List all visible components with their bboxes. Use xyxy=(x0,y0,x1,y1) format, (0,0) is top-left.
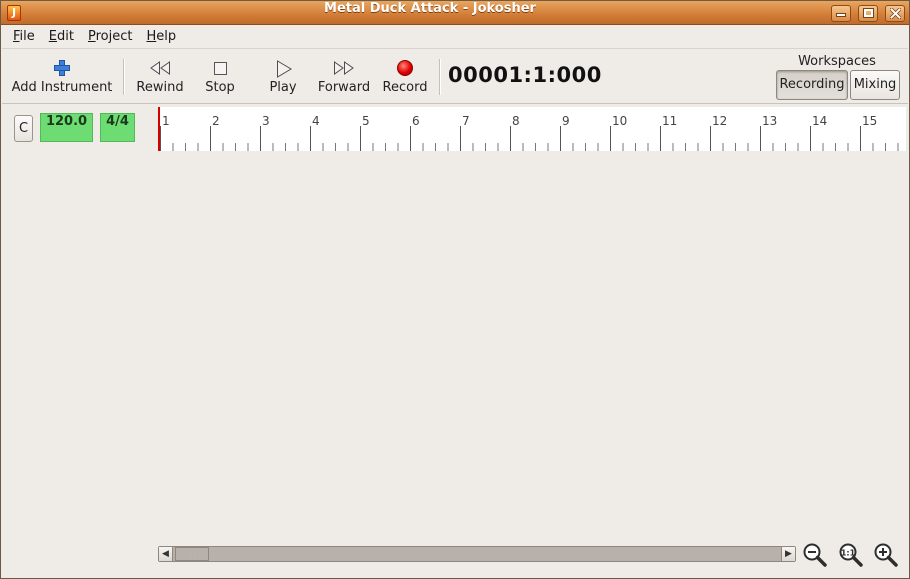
stop-label: Stop xyxy=(205,80,235,95)
menu-edit[interactable]: Edit xyxy=(42,26,81,48)
rewind-icon xyxy=(150,61,170,75)
close-icon xyxy=(888,7,902,20)
ruler-bar-number: 10 xyxy=(612,114,627,128)
forward-button[interactable]: Forward xyxy=(315,56,373,100)
menu-help[interactable]: Help xyxy=(139,26,183,48)
rewind-label: Rewind xyxy=(136,80,184,95)
menu-help-label: elp xyxy=(156,29,177,44)
ruler-bar-number: 11 xyxy=(662,114,677,128)
ruler-ticks: 1 2 3 4 5 6 7 8 9 10 11 12 13 14 15 xyxy=(160,114,899,151)
minimize-icon xyxy=(837,14,845,16)
forward-label: Forward xyxy=(317,80,371,95)
ruler-bar-number: 1 xyxy=(162,114,170,128)
scroll-left-arrow-icon[interactable]: ◀ xyxy=(159,547,173,561)
zoom-out-icon[interactable] xyxy=(802,542,828,568)
ruler-bar-number: 6 xyxy=(412,114,420,128)
menu-help-accel: H xyxy=(146,29,157,44)
ruler-bar-number: 14 xyxy=(812,114,827,128)
menu-bar: File Edit Project Help xyxy=(2,26,908,48)
stop-icon xyxy=(214,62,227,75)
ruler-bar-number: 13 xyxy=(762,114,777,128)
maximize-button[interactable] xyxy=(858,5,878,22)
zoom-in-icon[interactable] xyxy=(873,542,899,568)
play-icon xyxy=(277,60,292,78)
ruler-bar-number: 8 xyxy=(512,114,520,128)
time-signature-display[interactable]: 4/4 xyxy=(100,113,135,142)
ruler-bar-number: 4 xyxy=(312,114,320,128)
timecode-display: 00001:1:000 xyxy=(448,63,602,87)
zoom-fit-icon[interactable]: 1:1 xyxy=(838,542,864,568)
record-label: Record xyxy=(382,80,428,95)
horizontal-scrollbar[interactable]: ◀ ▶ xyxy=(158,546,796,562)
ruler-bar-number: 7 xyxy=(462,114,470,128)
mixing-workspace-button[interactable]: Mixing xyxy=(850,70,900,100)
toolbar: Add Instrument Rewind Stop Play Forward … xyxy=(2,49,908,104)
menu-file[interactable]: File xyxy=(6,26,42,48)
menu-edit-label: dit xyxy=(57,29,74,44)
playhead[interactable] xyxy=(158,107,160,151)
fast-forward-icon xyxy=(334,61,354,75)
ruler-bar-number: 3 xyxy=(262,114,270,128)
menu-project-label: roject xyxy=(95,29,133,44)
toolbar-separator xyxy=(439,59,441,95)
maximize-icon xyxy=(863,9,873,17)
add-instrument-button[interactable]: Add Instrument xyxy=(11,56,113,100)
menu-file-label: ile xyxy=(19,29,35,44)
scroll-right-arrow-icon[interactable]: ▶ xyxy=(781,547,795,561)
play-button[interactable]: Play xyxy=(264,56,302,100)
key-button[interactable]: C xyxy=(14,115,33,142)
workspaces-label: Workspaces xyxy=(798,54,876,69)
record-button[interactable]: Record xyxy=(380,56,430,100)
rewind-button[interactable]: Rewind xyxy=(136,56,184,100)
ruler-bar-number: 15 xyxy=(862,114,877,128)
recording-workspace-button[interactable]: Recording xyxy=(776,70,848,100)
window-title: Metal Duck Attack - Jokosher xyxy=(324,1,536,16)
menu-edit-accel: E xyxy=(48,29,57,44)
ruler-bar-number: 5 xyxy=(362,114,370,128)
toolbar-separator xyxy=(123,59,125,95)
ruler-bar-number: 9 xyxy=(562,114,570,128)
record-icon xyxy=(397,60,413,76)
close-button[interactable] xyxy=(885,5,905,22)
app-window: J Metal Duck Attack - Jokosher File Edit… xyxy=(0,0,910,579)
minimize-button[interactable] xyxy=(831,5,851,22)
play-label: Play xyxy=(269,80,297,95)
scrollbar-thumb[interactable] xyxy=(175,547,209,561)
title-bar[interactable]: J Metal Duck Attack - Jokosher xyxy=(1,1,909,25)
bpm-display[interactable]: 120.0 xyxy=(40,113,93,142)
stop-button[interactable]: Stop xyxy=(199,56,241,100)
plus-icon xyxy=(54,60,70,76)
ruler-bar-number: 12 xyxy=(712,114,727,128)
timeline-ruler[interactable]: 1 2 3 4 5 6 7 8 9 10 11 12 13 14 15 xyxy=(158,107,906,151)
add-instrument-label: Add Instrument xyxy=(11,80,113,95)
menu-project[interactable]: Project xyxy=(81,26,140,48)
menu-project-accel: P xyxy=(87,29,96,44)
ruler-bar-number: 2 xyxy=(212,114,220,128)
